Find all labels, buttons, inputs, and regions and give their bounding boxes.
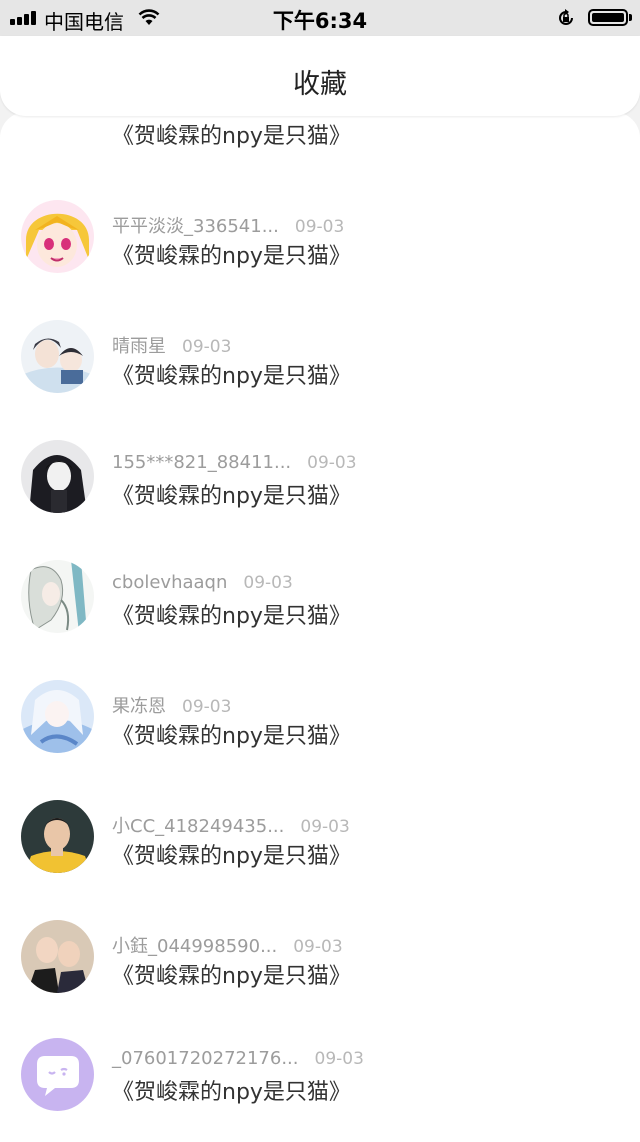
- list-item[interactable]: _07601720272176... 09-03 《贺峻霖的npy是只猫》: [0, 1038, 640, 1142]
- user-name[interactable]: 小鈺_044998590...: [112, 936, 277, 957]
- rotation-lock-icon: [559, 9, 573, 25]
- item-meta: 果冻恩 09-03: [112, 692, 231, 718]
- avatar[interactable]: [21, 200, 94, 273]
- user-name[interactable]: 155***821_88411...: [112, 452, 291, 473]
- user-name[interactable]: 果冻恩: [112, 696, 166, 717]
- item-meta: 小CC_418249435... 09-03: [112, 812, 350, 838]
- user-name[interactable]: 小CC_418249435...: [112, 816, 284, 837]
- avatar[interactable]: [21, 920, 94, 993]
- item-date: 09-03: [182, 697, 232, 717]
- list-item[interactable]: cbolevhaaqn 09-03 《贺峻霖的npy是只猫》: [0, 560, 640, 680]
- list-item[interactable]: 晴雨星 09-03 《贺峻霖的npy是只猫》: [0, 320, 640, 440]
- avatar[interactable]: [21, 440, 94, 513]
- user-name[interactable]: 平平淡淡_336541...: [112, 216, 279, 237]
- avatar[interactable]: [21, 560, 94, 633]
- list-item[interactable]: 小CC_418249435... 09-03 《贺峻霖的npy是只猫》: [0, 800, 640, 920]
- book-title[interactable]: 《贺峻霖的npy是只猫》: [112, 958, 351, 990]
- item-meta: cbolevhaaqn 09-03: [112, 572, 293, 598]
- list-item[interactable]: 155***821_88411... 09-03 《贺峻霖的npy是只猫》: [0, 440, 640, 560]
- item-date: 09-03: [307, 453, 357, 473]
- list-item[interactable]: 小鈺_044998590... 09-03 《贺峻霖的npy是只猫》: [0, 920, 640, 1040]
- list-item[interactable]: 《贺峻霖的npy是只猫》: [0, 112, 640, 160]
- book-title[interactable]: 《贺峻霖的npy是只猫》: [112, 838, 351, 870]
- item-date: 09-03: [293, 937, 343, 957]
- user-name[interactable]: 晴雨星: [112, 336, 166, 357]
- book-title: 《贺峻霖的npy是只猫》: [112, 124, 351, 149]
- favorites-list[interactable]: 《贺峻霖的npy是只猫》 平平淡淡_336541... 09-03 《贺峻霖的np…: [0, 112, 640, 1142]
- book-title[interactable]: 《贺峻霖的npy是只猫》: [112, 358, 351, 390]
- battery-icon: [588, 9, 628, 26]
- item-date: 09-03: [314, 1049, 364, 1069]
- book-title[interactable]: 《贺峻霖的npy是只猫》: [112, 478, 351, 510]
- item-meta: 155***821_88411... 09-03: [112, 452, 357, 478]
- item-meta: _07601720272176... 09-03: [112, 1048, 364, 1074]
- avatar[interactable]: [21, 680, 94, 753]
- item-date: 09-03: [294, 217, 345, 237]
- book-title[interactable]: 《贺峻霖的npy是只猫》: [112, 718, 351, 750]
- item-date: 09-03: [182, 337, 232, 357]
- list-item[interactable]: 果冻恩 09-03 《贺峻霖的npy是只猫》: [0, 680, 640, 800]
- avatar[interactable]: [21, 1038, 94, 1111]
- book-title[interactable]: 《贺峻霖的npy是只猫》: [112, 598, 351, 630]
- item-meta: 平平淡淡_336541... 09-03: [112, 212, 344, 238]
- page-title: 收藏: [293, 69, 347, 100]
- book-title[interactable]: 《贺峻霖的npy是只猫》: [112, 238, 351, 270]
- avatar[interactable]: [21, 320, 94, 393]
- item-meta: 小鈺_044998590... 09-03: [112, 932, 343, 958]
- user-name[interactable]: _07601720272176...: [112, 1048, 299, 1069]
- battery-cap: [629, 14, 632, 21]
- item-date: 09-03: [300, 817, 350, 837]
- status-bar: 中国电信 下午6:34: [0, 0, 640, 36]
- item-meta: 晴雨星 09-03: [112, 332, 231, 358]
- book-title[interactable]: 《贺峻霖的npy是只猫》: [112, 1074, 351, 1106]
- nav-header: 收藏: [0, 36, 640, 116]
- list-item[interactable]: 平平淡淡_336541... 09-03 《贺峻霖的npy是只猫》: [0, 200, 640, 320]
- item-date: 09-03: [243, 573, 293, 593]
- default-avatar-icon: [21, 1038, 94, 1111]
- status-time: 下午6:34: [272, 9, 368, 33]
- user-name[interactable]: cbolevhaaqn: [112, 572, 227, 593]
- avatar[interactable]: [21, 800, 94, 873]
